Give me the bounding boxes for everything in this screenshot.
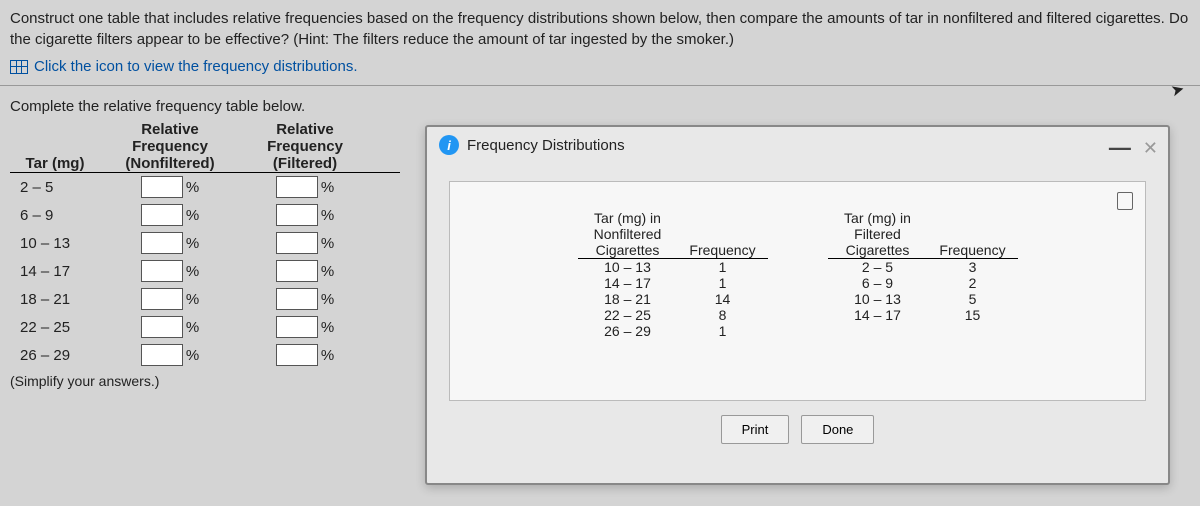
nonfiltered-input-1[interactable] — [141, 204, 183, 226]
table-row: 2 – 5 % % — [10, 173, 400, 201]
nonfiltered-input-3[interactable] — [141, 260, 183, 282]
nonfiltered-input-4[interactable] — [141, 288, 183, 310]
filtered-input-3[interactable] — [276, 260, 318, 282]
filtered-input-2[interactable] — [276, 232, 318, 254]
modal-title: Frequency Distributions — [467, 137, 625, 154]
nonfiltered-input-0[interactable] — [141, 176, 183, 198]
filtered-input-4[interactable] — [276, 288, 318, 310]
frequency-distributions-modal: i Frequency Distributions — ✕ Tar (mg) i… — [425, 125, 1170, 485]
filtered-data-table: Tar (mg) in Filtered Cigarettes Frequenc… — [828, 210, 1018, 339]
table-row: 10 – 13 % % — [10, 229, 400, 257]
table-icon — [10, 60, 28, 74]
header-filtered: Relative Frequency (Filtered) — [240, 121, 370, 172]
nonfiltered-input-5[interactable] — [141, 316, 183, 338]
nonfiltered-input-6[interactable] — [141, 344, 183, 366]
print-button[interactable]: Print — [721, 415, 790, 444]
view-link-text: Click the icon to view the frequency dis… — [34, 58, 358, 75]
copy-icon[interactable] — [1117, 192, 1133, 210]
filtered-input-5[interactable] — [276, 316, 318, 338]
prompt-text: Complete the relative frequency table be… — [10, 98, 400, 115]
table-row: 14 – 17 % % — [10, 257, 400, 285]
relative-frequency-table: Tar (mg) Relative Frequency (Nonfiltered… — [10, 121, 400, 369]
table-row: 18 – 21 % % — [10, 285, 400, 313]
header-tar: Tar (mg) — [10, 121, 100, 172]
filtered-input-0[interactable] — [276, 176, 318, 198]
table-row: 26 – 29 % % — [10, 341, 400, 369]
view-distributions-link[interactable]: Click the icon to view the frequency dis… — [0, 54, 1200, 86]
simplify-note: (Simplify your answers.) — [10, 373, 400, 389]
info-icon: i — [439, 135, 459, 155]
filtered-input-1[interactable] — [276, 204, 318, 226]
done-button[interactable]: Done — [801, 415, 874, 444]
filtered-input-6[interactable] — [276, 344, 318, 366]
table-row: 6 – 9 % % — [10, 201, 400, 229]
nonfiltered-data-table: Tar (mg) in Nonfiltered Cigarettes Frequ… — [578, 210, 768, 339]
minimize-icon[interactable]: — — [1109, 135, 1131, 161]
table-row: 22 – 25 % % — [10, 313, 400, 341]
close-icon[interactable]: ✕ — [1143, 138, 1158, 159]
nonfiltered-input-2[interactable] — [141, 232, 183, 254]
header-nonfiltered: Relative Frequency (Nonfiltered) — [100, 121, 240, 172]
question-text: Construct one table that includes relati… — [0, 0, 1200, 54]
